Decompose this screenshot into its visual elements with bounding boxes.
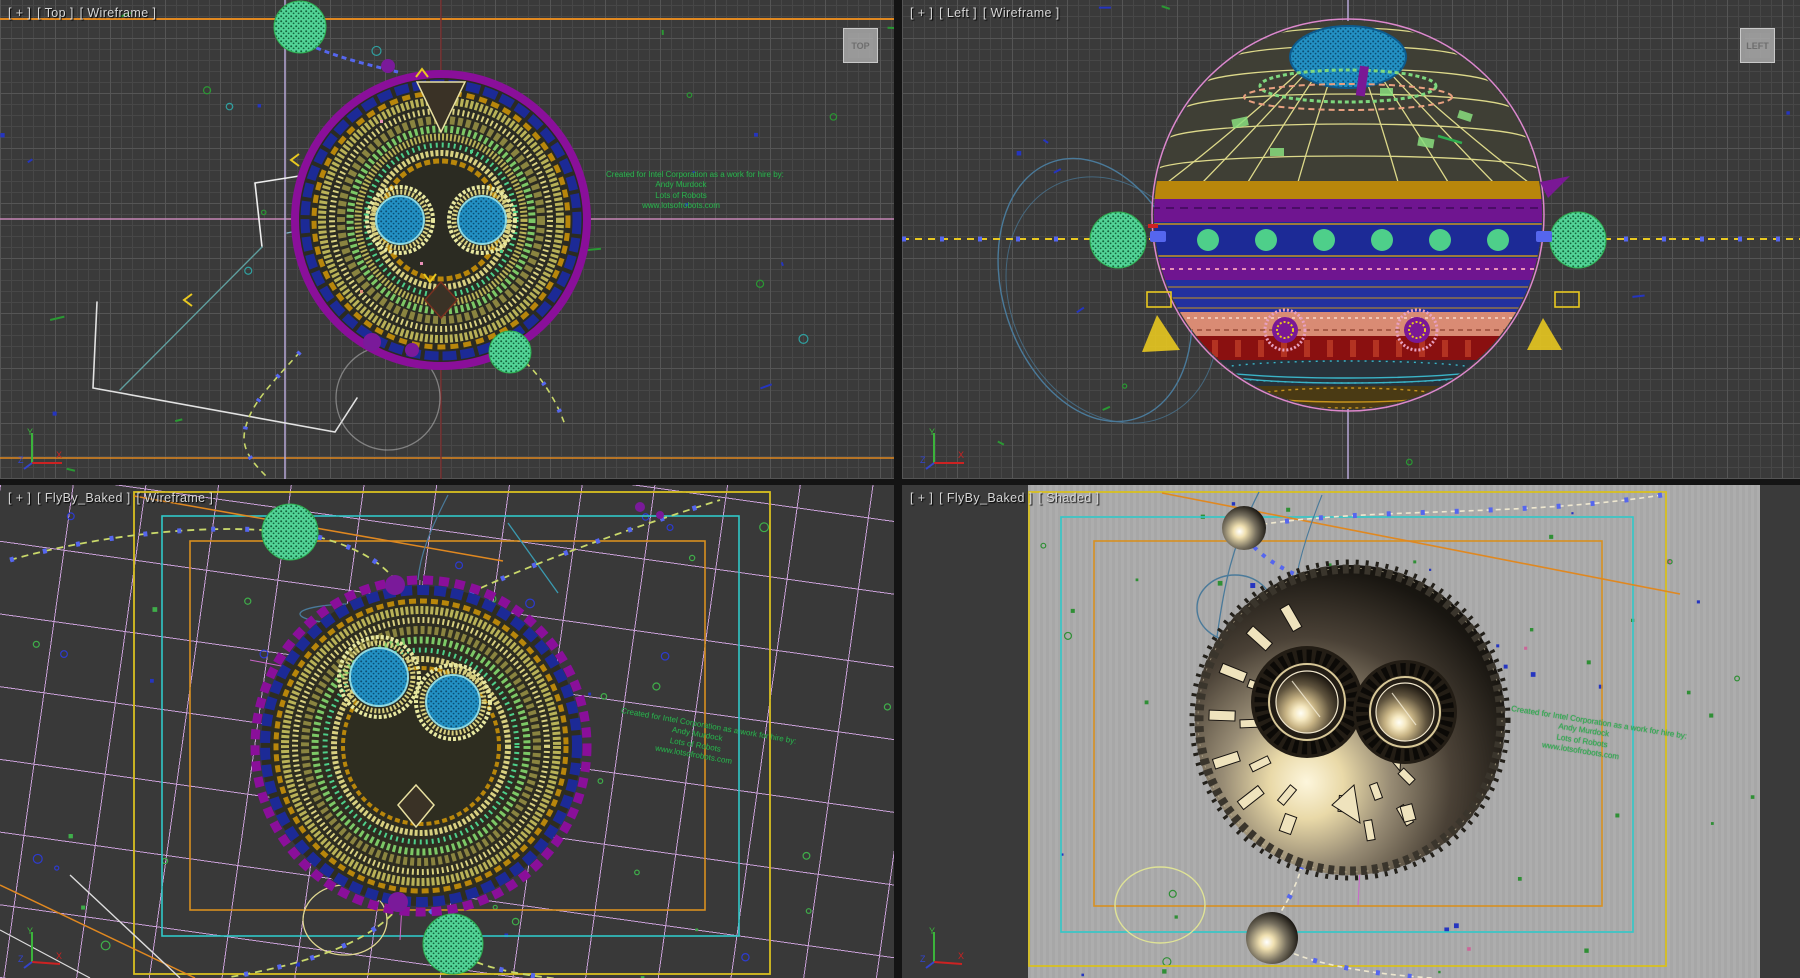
svg-text:Y: Y xyxy=(929,427,935,437)
viewport-menu-pov[interactable]: [ Left ] xyxy=(939,6,977,20)
viewport-menu-pov[interactable]: [ FlyBy_Baked ] xyxy=(37,491,131,505)
viewport-menu-pov[interactable]: [ Top ] xyxy=(37,6,74,20)
left-viewport-scene xyxy=(902,0,1800,479)
eye-left xyxy=(1251,646,1363,758)
wireframe-sphere xyxy=(295,74,587,366)
svg-text:Z: Z xyxy=(18,455,24,465)
viewcube-face-label: LEFT xyxy=(1746,41,1769,51)
world-axis-gizmo: Y X Z xyxy=(918,924,970,972)
world-axis-gizmo: Y X Z xyxy=(16,425,68,473)
viewport-menu-shading[interactable]: [ Wireframe ] xyxy=(80,6,157,20)
wireframe-sphere xyxy=(255,580,587,912)
eye-right xyxy=(1353,660,1457,764)
viewport-label[interactable]: [ + ] [ Left ] [ Wireframe ] xyxy=(910,6,1062,20)
viewport-menu-general[interactable]: [ + ] xyxy=(910,6,933,20)
yellow-fin xyxy=(1142,315,1180,352)
satellite-ball xyxy=(1222,506,1266,550)
purple-arm xyxy=(1540,176,1570,198)
svg-text:X: X xyxy=(56,450,62,460)
credit-text: Created for Intel Corporation as a work … xyxy=(606,170,756,212)
viewport-menu-general[interactable]: [ + ] xyxy=(8,6,31,20)
viewport-label[interactable]: [ + ] [ FlyBy_Baked ] [ Wireframe ] xyxy=(8,491,215,505)
svg-text:X: X xyxy=(958,450,964,460)
svg-text:Y: Y xyxy=(27,926,33,936)
viewport-menu-general[interactable]: [ + ] xyxy=(8,491,31,505)
viewcube-face-label: TOP xyxy=(851,41,869,51)
viewcube[interactable]: TOP xyxy=(843,28,878,63)
viewport-layout: [ + ] [ Top ] [ Wireframe ] TOP Created … xyxy=(0,0,1800,978)
svg-text:Z: Z xyxy=(920,954,926,964)
viewcube[interactable]: LEFT xyxy=(1740,28,1775,63)
viewport-flyby-shaded[interactable]: [ + ] [ FlyBy_Baked ] [ Shaded ] Created… xyxy=(902,485,1800,978)
top-viewport-scene xyxy=(0,0,894,479)
svg-text:Y: Y xyxy=(929,926,935,936)
svg-text:Y: Y xyxy=(27,427,33,437)
viewport-label[interactable]: [ + ] [ Top ] [ Wireframe ] xyxy=(8,6,158,20)
sphere-cap xyxy=(1290,26,1406,88)
yellow-fin xyxy=(1527,318,1562,350)
viewport-top[interactable]: [ + ] [ Top ] [ Wireframe ] TOP Created … xyxy=(0,0,894,479)
svg-text:Z: Z xyxy=(920,455,926,465)
viewport-menu-shading[interactable]: [ Wireframe ] xyxy=(137,491,214,505)
wireframe-sphere xyxy=(1142,19,1570,416)
viewport-flyby-wireframe[interactable]: [ + ] [ FlyBy_Baked ] [ Wireframe ] Crea… xyxy=(0,485,894,978)
viewport-label[interactable]: [ + ] [ FlyBy_Baked ] [ Shaded ] xyxy=(910,491,1102,505)
world-axis-gizmo: Y X Z xyxy=(16,924,68,972)
viewport-menu-shading[interactable]: [ Wireframe ] xyxy=(983,6,1060,20)
svg-text:X: X xyxy=(56,951,62,961)
viewport-menu-pov[interactable]: [ FlyBy_Baked ] xyxy=(939,491,1033,505)
svg-text:X: X xyxy=(958,951,964,961)
viewport-menu-general[interactable]: [ + ] xyxy=(910,491,933,505)
svg-text:Z: Z xyxy=(18,954,24,964)
world-axis-gizmo: Y X Z xyxy=(918,425,970,473)
satellite-ball xyxy=(1246,912,1298,964)
viewport-menu-shading[interactable]: [ Shaded ] xyxy=(1039,491,1100,505)
viewport-left[interactable]: [ + ] [ Left ] [ Wireframe ] LEFT Y X Z xyxy=(902,0,1800,479)
